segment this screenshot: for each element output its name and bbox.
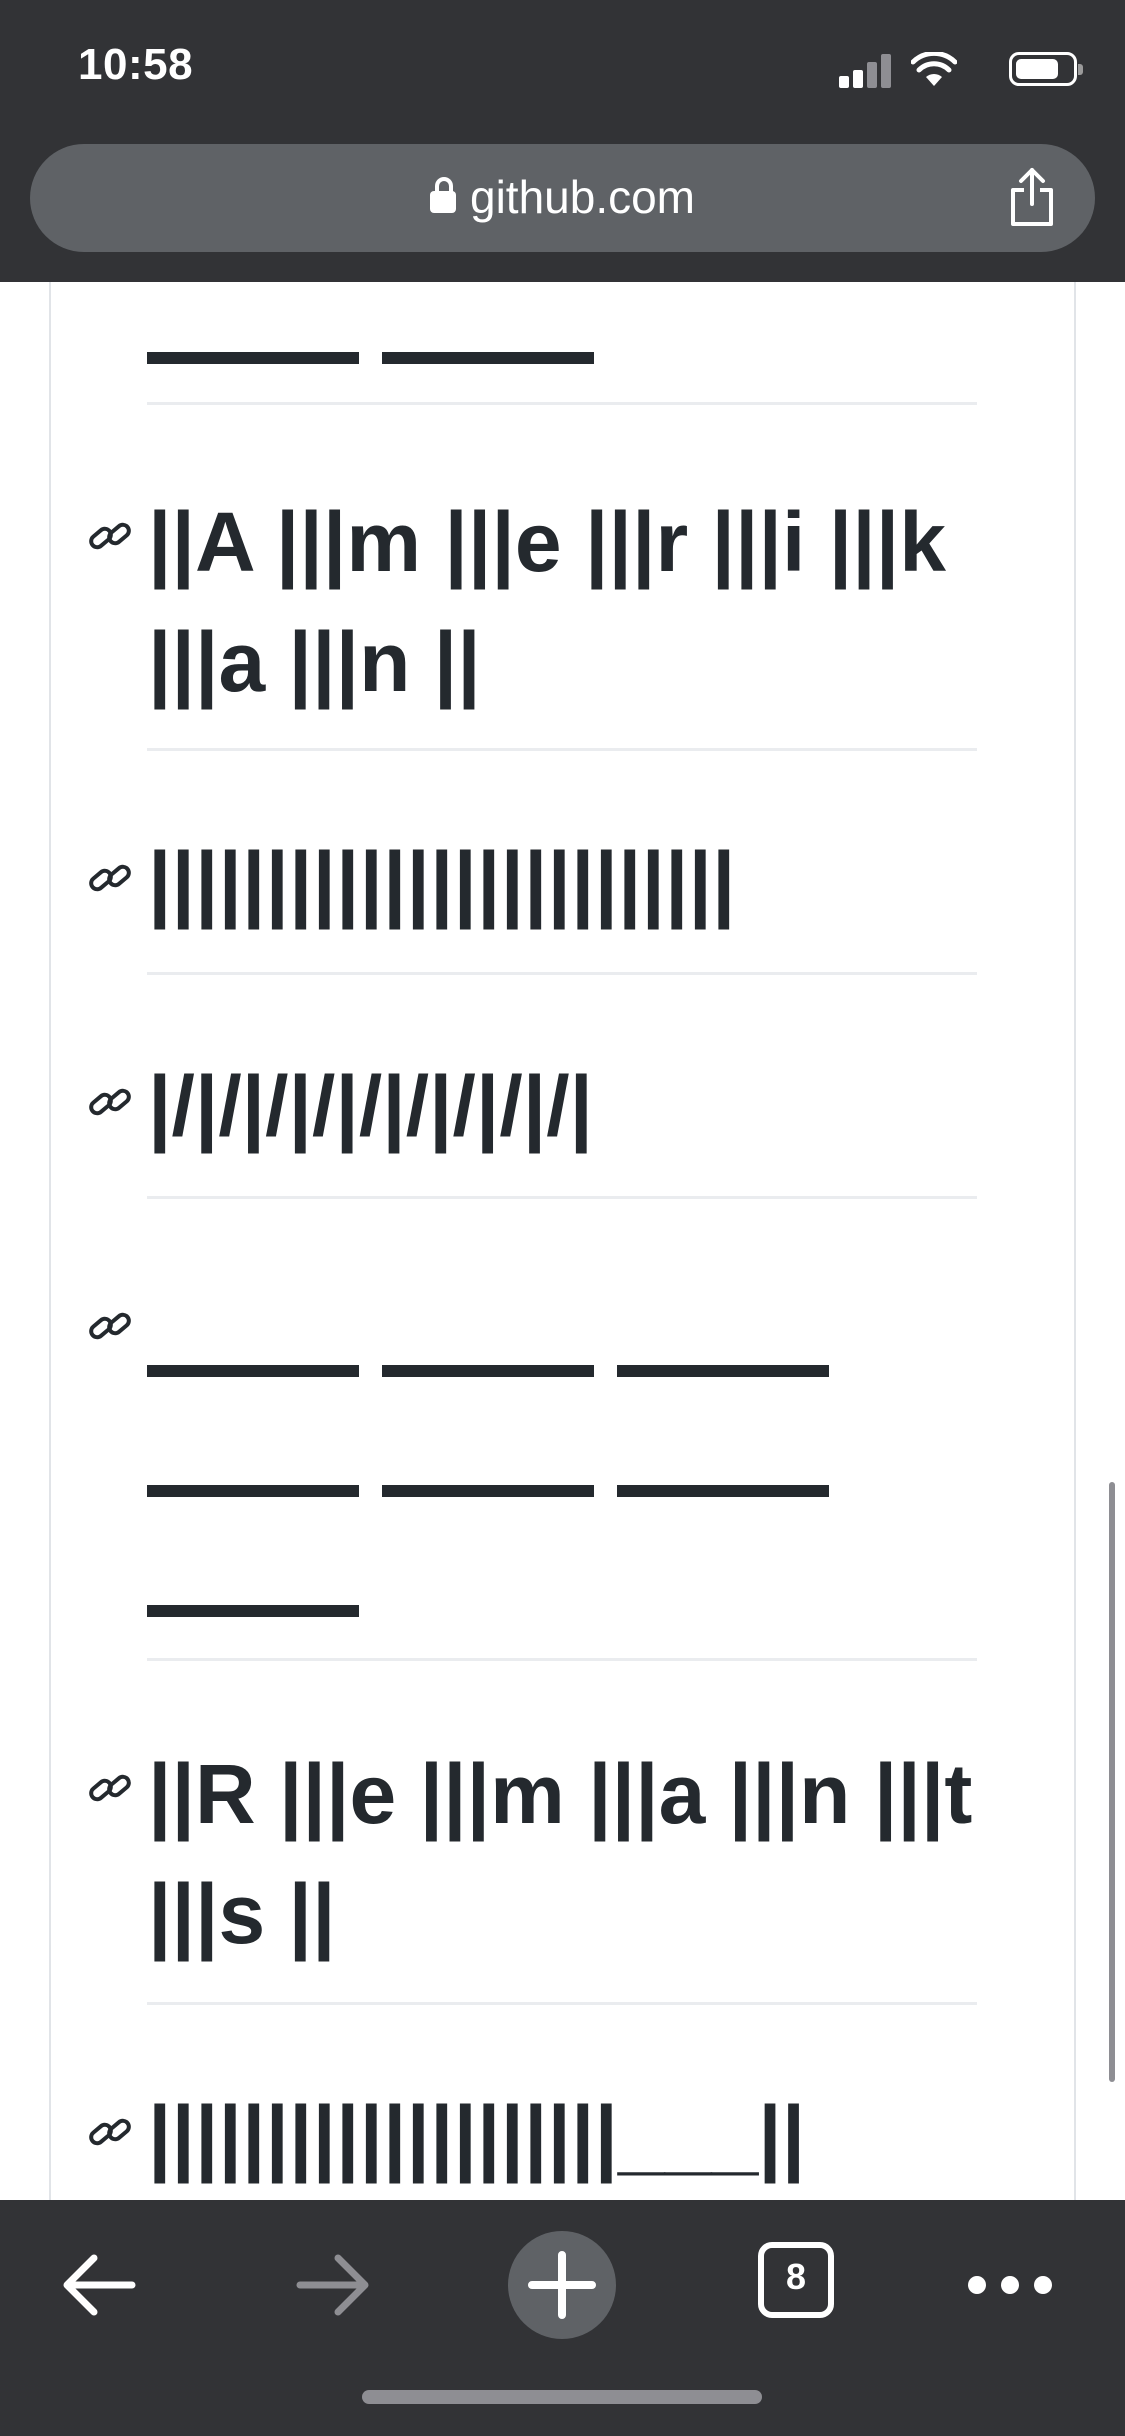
more-dots-icon[interactable]: [965, 2230, 1055, 2340]
anchor-link-icon[interactable]: [86, 1078, 134, 1126]
tab-count: 8: [785, 2256, 807, 2297]
heading-divider: [147, 748, 977, 751]
anchor-link-icon[interactable]: [86, 854, 134, 902]
readme-border-left: [49, 282, 51, 2200]
heading-divider: [147, 402, 977, 405]
section-heading: |||||||||||||||||||||||||: [148, 835, 736, 929]
section-heading: ||R |||e |||m |||a |||n |||t |||s ||: [148, 1747, 996, 1961]
address-bar[interactable]: github.com: [30, 144, 1095, 252]
new-tab-button[interactable]: [507, 2230, 617, 2340]
readme-border-right: [1074, 282, 1076, 2200]
heading-divider: [147, 1658, 977, 1661]
url-text: github.com: [469, 171, 695, 223]
section-heading: |/|/|/|/|/|/|/|/|/|: [148, 1059, 594, 1153]
tab-switcher-button[interactable]: 8: [758, 2242, 834, 2318]
heading-divider: [147, 2002, 977, 2005]
scrollbar[interactable]: [1109, 1482, 1115, 2082]
cellular-signal-icon: [839, 54, 895, 88]
back-arrow-icon[interactable]: [50, 2230, 150, 2340]
address-bar-url[interactable]: github.com: [30, 170, 1095, 224]
anchor-link-icon[interactable]: [86, 1764, 134, 1812]
heading-dashes-partial: [147, 352, 847, 364]
browser-top-bar: 10:58 github.com: [0, 0, 1125, 282]
heading-dashes: [147, 1365, 847, 1377]
heading-divider: [147, 972, 977, 975]
lock-icon: [429, 177, 456, 213]
forward-arrow-icon[interactable]: [282, 2230, 382, 2340]
anchor-link-icon[interactable]: [86, 1302, 134, 1350]
heading-dashes: [147, 1485, 847, 1497]
home-indicator: [362, 2390, 762, 2404]
section-heading: ||||||||||||||||||||___||: [148, 2089, 806, 2183]
anchor-link-icon[interactable]: [86, 512, 134, 560]
page-content: ||A |||m |||e |||r |||i |||k |||a |||n |…: [0, 282, 1125, 2200]
wifi-icon: [911, 52, 957, 86]
anchor-link-icon[interactable]: [86, 2108, 134, 2156]
section-heading: ||A |||m |||e |||r |||i |||k |||a |||n |…: [148, 495, 970, 709]
share-icon[interactable]: [1007, 166, 1057, 228]
battery-icon: [1009, 52, 1083, 86]
heading-divider: [147, 1196, 977, 1199]
heading-dashes: [147, 1605, 847, 1617]
status-time: 10:58: [78, 40, 194, 89]
